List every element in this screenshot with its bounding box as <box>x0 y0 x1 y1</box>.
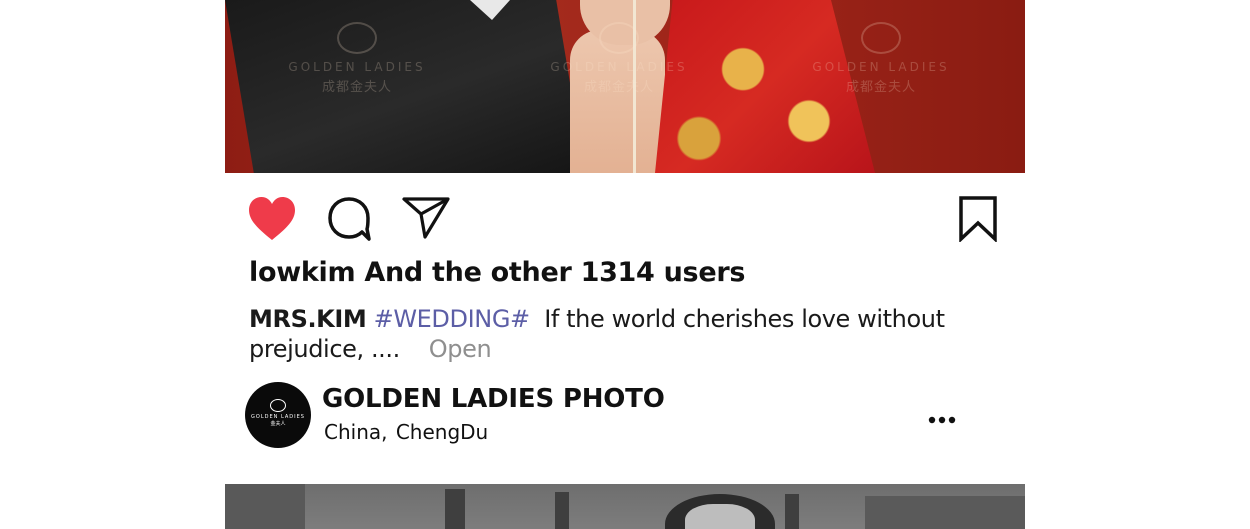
open-caption-link[interactable]: Open <box>429 335 492 363</box>
post-photo-top[interactable]: GOLDEN LADIES 成都金夫人 GOLDEN LADIES 成都金夫人 … <box>225 0 1025 173</box>
building-shape <box>225 484 305 529</box>
building-shape <box>445 489 465 529</box>
heart-icon[interactable] <box>247 196 297 242</box>
share-icon[interactable] <box>401 196 451 240</box>
post-feed: GOLDEN LADIES 成都金夫人 GOLDEN LADIES 成都金夫人 … <box>0 0 1250 529</box>
brand-logo-icon <box>270 399 286 412</box>
building-shape <box>555 492 569 529</box>
person-face <box>685 504 755 529</box>
watermark-text: GOLDEN LADIES <box>812 60 950 74</box>
comment-icon[interactable] <box>326 196 372 242</box>
likes-summary[interactable]: lowkim And the other 1314 users <box>249 257 745 288</box>
more-horizontal-icon[interactable] <box>928 410 958 424</box>
watermark-logo-icon <box>599 22 639 54</box>
watermark-subtext: 成都金夫人 <box>845 80 916 95</box>
post-caption: MRS.KIM #WEDDING# If the world cherishes… <box>249 304 949 364</box>
watermark-logo-icon <box>337 22 377 54</box>
post-photo-bottom[interactable] <box>225 484 1025 529</box>
avatar-brand-text: GOLDEN LADIES <box>251 414 305 420</box>
account-name[interactable]: GOLDEN LADIES PHOTO <box>322 384 665 414</box>
bookmark-icon[interactable] <box>958 195 998 244</box>
account-location[interactable]: China, ChengDu <box>324 420 488 444</box>
building-shape <box>785 494 799 529</box>
watermark-text: GOLDEN LADIES <box>550 60 688 74</box>
watermark-subtext: 成都金夫人 <box>583 80 654 95</box>
avatar[interactable]: GOLDEN LADIES 金夫人 <box>245 382 311 448</box>
caption-hashtag[interactable]: #WEDDING# <box>374 305 531 333</box>
watermark: GOLDEN LADIES 成都金夫人 <box>801 22 961 95</box>
watermark-logo-icon <box>861 22 901 54</box>
watermark: GOLDEN LADIES 成都金夫人 <box>539 22 699 95</box>
watermark-subtext: 成都金夫人 <box>321 80 392 95</box>
watermark-text: GOLDEN LADIES <box>288 60 426 74</box>
building-shape <box>865 496 1025 529</box>
caption-author[interactable]: MRS.KIM <box>249 305 367 333</box>
watermark: GOLDEN LADIES 成都金夫人 <box>277 22 437 95</box>
avatar-brand-subtext: 金夫人 <box>270 421 286 427</box>
